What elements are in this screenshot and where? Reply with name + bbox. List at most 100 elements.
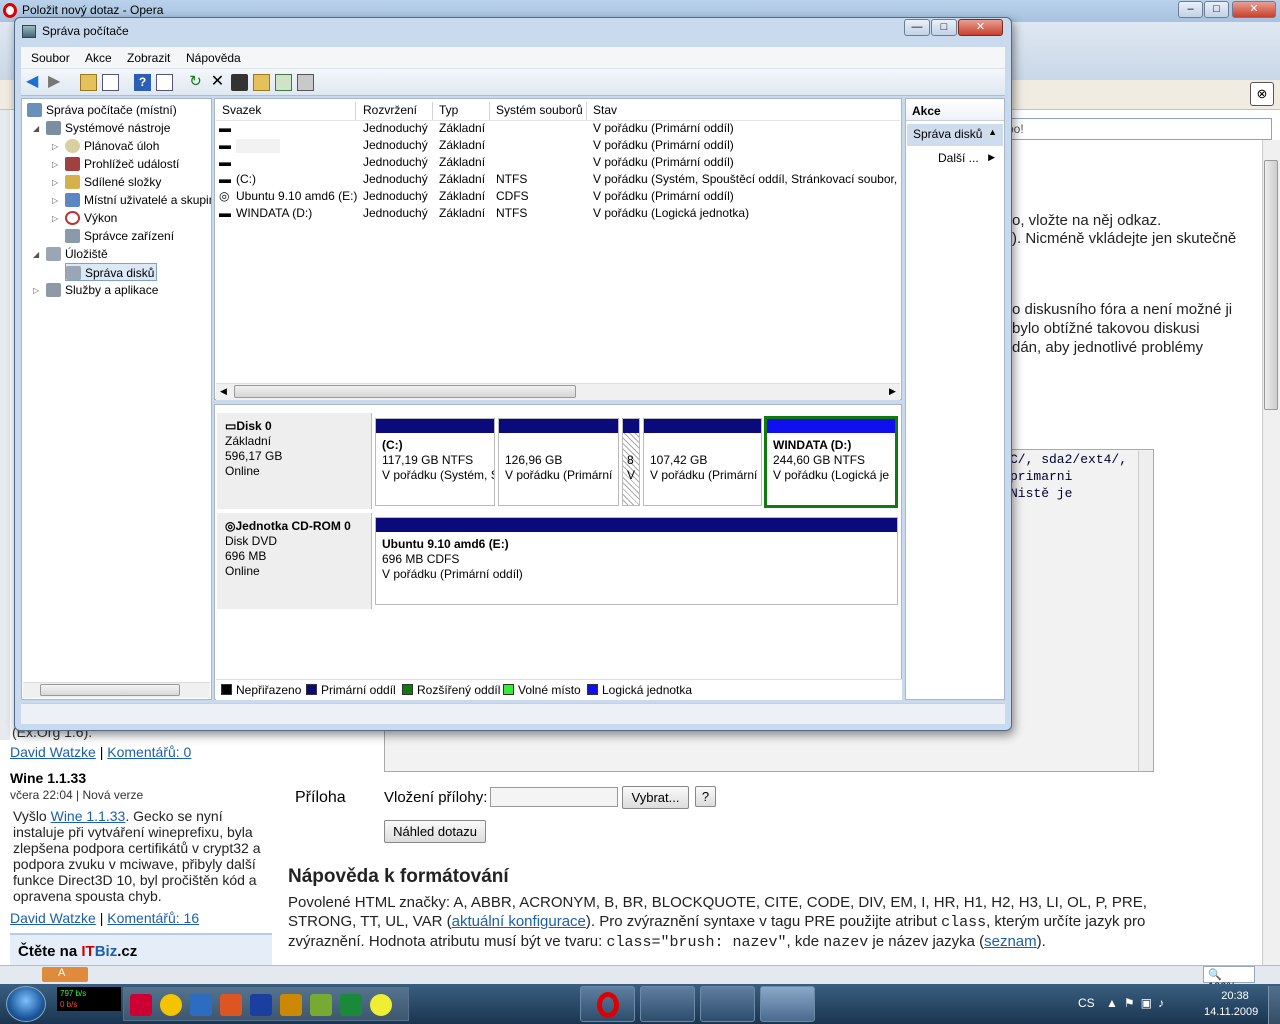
opera-search-field[interactable]: oo! bbox=[1000, 118, 1272, 140]
page-scroll-thumb[interactable] bbox=[1264, 160, 1278, 410]
tree-item-shared-folders[interactable]: Sdílené složky bbox=[65, 173, 161, 191]
column-header-type[interactable]: Typ bbox=[433, 102, 490, 120]
disk-type: Disk DVD bbox=[225, 534, 278, 548]
menu-action[interactable]: Akce bbox=[85, 51, 112, 65]
show-hide-action-pane-icon[interactable] bbox=[156, 74, 173, 91]
up-folder-icon[interactable] bbox=[80, 74, 97, 91]
opera-close-button[interactable]: ✕ bbox=[1232, 1, 1276, 18]
quicklaunch-app-icon[interactable] bbox=[340, 994, 362, 1016]
opera-status-indicator[interactable]: A bbox=[42, 967, 88, 982]
volume-fs: NTFS bbox=[496, 206, 528, 220]
actions-section-disk-management[interactable]: Správa disků ▲ bbox=[907, 124, 1003, 146]
opera-maximize-button[interactable]: □ bbox=[1204, 1, 1229, 18]
partition-primary-2[interactable]: 107,42 GB V pořádku (Primární bbox=[643, 418, 762, 506]
taskbar-app-button[interactable] bbox=[640, 986, 695, 1022]
minimize-button[interactable]: — bbox=[904, 19, 930, 36]
partition-cdrom[interactable]: Ubuntu 9.10 amd6 (E:) 696 MB CDFS V pořádk… bbox=[375, 517, 898, 605]
tree-item-storage[interactable]: Úložiště bbox=[46, 245, 108, 263]
tree-item-disk-management[interactable]: Správa disků bbox=[65, 263, 158, 281]
quicklaunch-app-icon[interactable] bbox=[370, 994, 392, 1016]
properties-icon[interactable] bbox=[231, 74, 248, 91]
tree-item-event-viewer[interactable]: Prohlížeč událostí bbox=[65, 155, 179, 173]
column-header-layout[interactable]: Rozvržení bbox=[357, 102, 433, 120]
comments-link[interactable]: Komentářů: 16 bbox=[107, 910, 199, 926]
preview-button[interactable]: Náhled dotazu bbox=[384, 820, 486, 843]
choose-file-button[interactable]: Vybrat... bbox=[622, 786, 689, 809]
itbiz-heading[interactable]: Čtěte na ITBiz.cz bbox=[18, 943, 137, 960]
opera-logo-icon bbox=[3, 3, 17, 18]
disk0-label[interactable]: ▭Disk 0 Základní 596,17 GB Online bbox=[217, 413, 372, 509]
expand-arrow-icon[interactable]: ▷ bbox=[52, 142, 58, 151]
disk-icon[interactable] bbox=[297, 74, 314, 91]
quicklaunch-app-icon[interactable] bbox=[250, 994, 272, 1016]
tree-item-task-scheduler[interactable]: Plánovač úloh bbox=[65, 137, 159, 155]
partition-windata[interactable]: WINDATA (D:) 244,60 GB NTFS V pořádku (Log… bbox=[764, 416, 898, 508]
actions-more[interactable]: Další ... ▶ bbox=[907, 150, 1003, 168]
comments-link[interactable]: Komentářů: 0 bbox=[107, 744, 191, 760]
open-folder-icon[interactable] bbox=[253, 74, 270, 91]
help-icon[interactable]: ? bbox=[134, 74, 151, 91]
collapse-arrow-icon[interactable]: ◢ bbox=[33, 250, 39, 259]
tree-item-system-tools[interactable]: Systémové nástroje bbox=[46, 119, 170, 137]
collapse-arrow-icon[interactable]: ◢ bbox=[33, 124, 39, 133]
refresh-icon[interactable]: ↻ bbox=[187, 74, 204, 91]
quicklaunch-app-icon[interactable] bbox=[310, 994, 332, 1016]
show-hide-tree-icon[interactable] bbox=[102, 74, 119, 91]
author-link[interactable]: David Watzke bbox=[10, 910, 96, 926]
expand-arrow-icon[interactable]: ▷ bbox=[52, 178, 58, 187]
help-button[interactable]: ? bbox=[695, 786, 716, 807]
menu-help[interactable]: Nápověda bbox=[186, 51, 241, 65]
opera-minimize-button[interactable]: – bbox=[1178, 1, 1203, 18]
show-desktop-button[interactable] bbox=[1268, 986, 1280, 1024]
quicklaunch-app-icon[interactable] bbox=[280, 994, 302, 1016]
expand-arrow-icon[interactable]: ▷ bbox=[52, 196, 58, 205]
tree-item-local-users[interactable]: Místní uživatelé a skupiny bbox=[65, 191, 211, 209]
tree-item-device-manager[interactable]: Správce zařízení bbox=[65, 227, 174, 245]
news-link[interactable]: Wine 1.1.33 bbox=[51, 808, 126, 824]
partition-primary-1[interactable]: 126,96 GB V pořádku (Primární bbox=[498, 418, 619, 506]
taskbar-app-button[interactable] bbox=[700, 986, 755, 1022]
quicklaunch-app-icon[interactable] bbox=[190, 994, 212, 1016]
forward-arrow-icon[interactable]: ▶ bbox=[48, 74, 65, 91]
quicklaunch-app-icon[interactable] bbox=[220, 994, 242, 1016]
textarea-scrollbar[interactable] bbox=[1138, 451, 1153, 771]
attachment-file-input[interactable] bbox=[490, 787, 618, 807]
column-header-filesystem[interactable]: Systém souborů bbox=[490, 102, 587, 120]
quicklaunch-app-icon[interactable] bbox=[130, 994, 152, 1016]
expand-arrow-icon[interactable]: ▷ bbox=[52, 214, 58, 223]
author-link[interactable]: David Watzke bbox=[10, 744, 96, 760]
column-header-volume[interactable]: Svazek bbox=[216, 102, 356, 120]
tray-icons[interactable]: ▲⚑▣♪ bbox=[1106, 996, 1170, 1010]
close-button[interactable]: ✕ bbox=[958, 19, 1003, 36]
delete-icon[interactable]: ✕ bbox=[209, 74, 226, 91]
clock-date[interactable]: 14.11.2009 bbox=[1204, 1006, 1258, 1018]
taskbar-opera-button[interactable] bbox=[580, 986, 635, 1022]
tree-item-computer-management[interactable]: Správa počítače (místní) bbox=[27, 101, 177, 119]
quicklaunch-app-icon[interactable] bbox=[160, 994, 182, 1016]
partition-small[interactable]: 8V bbox=[622, 418, 640, 506]
expand-arrow-icon[interactable]: ▷ bbox=[52, 160, 58, 169]
start-button[interactable] bbox=[6, 986, 46, 1022]
scroll-left-icon[interactable]: ◀ bbox=[220, 386, 227, 397]
back-arrow-icon[interactable]: ◀ bbox=[26, 74, 43, 91]
language-list-link[interactable]: seznam bbox=[984, 933, 1037, 950]
partition-c[interactable]: (C:) 117,19 GB NTFS V pořádku (Systém, S bbox=[375, 418, 495, 506]
menu-file[interactable]: Soubor bbox=[31, 51, 70, 65]
tree-item-services[interactable]: Služby a aplikace bbox=[46, 281, 158, 299]
cdrom-label[interactable]: ◎Jednotka CD-ROM 0 Disk DVD 696 MB Onlin… bbox=[217, 513, 372, 609]
clock-time[interactable]: 20:38 bbox=[1218, 990, 1252, 1002]
scroll-right-icon[interactable]: ▶ bbox=[889, 386, 896, 397]
column-header-status[interactable]: Stav bbox=[587, 102, 900, 120]
maximize-button[interactable]: □ bbox=[931, 19, 957, 36]
taskbar-computer-management-button[interactable] bbox=[760, 986, 815, 1022]
tree-item-performance[interactable]: Výkon bbox=[65, 209, 117, 227]
list-hscroll-thumb[interactable] bbox=[234, 385, 576, 398]
config-link[interactable]: aktuální konfigurace bbox=[452, 913, 586, 930]
tree-hscroll-thumb[interactable] bbox=[40, 684, 180, 696]
language-indicator[interactable]: CS bbox=[1078, 996, 1095, 1010]
opera-close-tab-icon[interactable]: ⊗ bbox=[1250, 82, 1274, 106]
expand-arrow-icon[interactable]: ▷ bbox=[33, 286, 39, 295]
zoom-control[interactable]: 🔍 100% bbox=[1203, 966, 1255, 993]
search-icon[interactable] bbox=[275, 74, 292, 91]
menu-view[interactable]: Zobrazit bbox=[127, 51, 170, 65]
